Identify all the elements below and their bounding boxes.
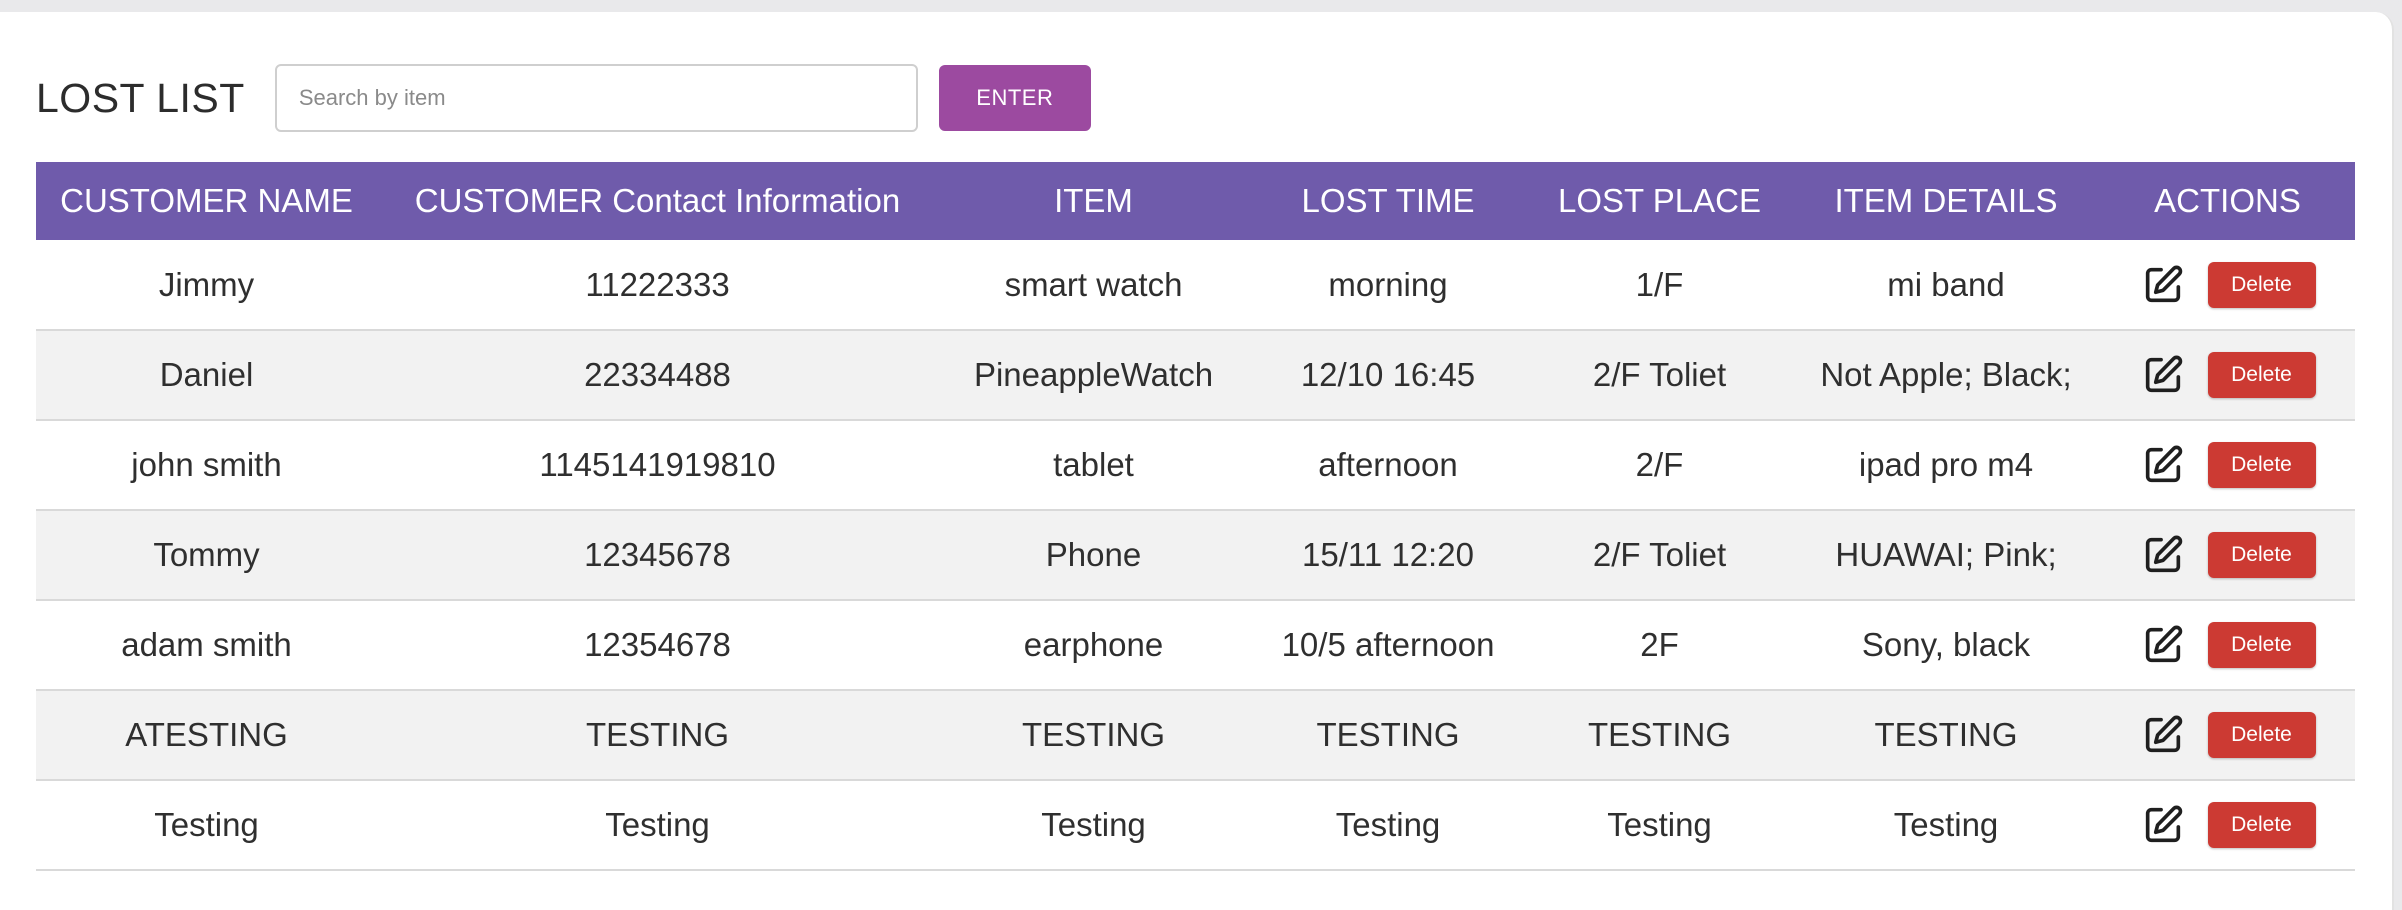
column-header-lost-time: LOST TIME [1301, 182, 1475, 219]
delete-button[interactable]: Delete [2207, 532, 2316, 578]
table-row: Jimmy 11222333 smart watch morning 1/F mi ban… [36, 240, 2355, 330]
table-header-row: CUSTOMER NAME CUSTOMER Contact Informati… [36, 162, 2355, 240]
table-row: Tommy 12345678 Phone 15/11 12:20 2/F Toliet H… [36, 510, 2355, 600]
actions-cell: Delete [2100, 420, 2355, 510]
contact-cell: 22334488 [584, 356, 731, 393]
item-details-cell: HUAWAI; Pink; [1835, 536, 2057, 573]
contact-cell: 12354678 [584, 626, 731, 663]
edit-icon[interactable] [2140, 802, 2186, 848]
contact-cell: Testing [605, 806, 710, 843]
item-details-cell: Sony, black [1861, 626, 2031, 663]
search-input[interactable] [274, 64, 918, 132]
item-details-cell: TESTING [1874, 716, 2018, 753]
row-actions: Delete [2100, 352, 2355, 398]
table-row: ATESTING TESTING TESTING TESTING TESTING TEST… [36, 690, 2355, 780]
delete-button[interactable]: Delete [2207, 802, 2316, 848]
actions-cell: Delete [2100, 780, 2355, 870]
item-details-cell: Testing [1893, 806, 1999, 843]
delete-button[interactable]: Delete [2207, 442, 2316, 488]
customer-name-cell: john smith [131, 446, 282, 483]
lost-place-cell: 2/F Toliet [1592, 356, 1727, 393]
item-cell: PineappleWatch [973, 356, 1214, 393]
lost-place-cell: 2/F [1635, 446, 1684, 483]
column-header-customer-name: CUSTOMER NAME [60, 182, 353, 219]
item-details-cell: ipad pro m4 [1858, 446, 2034, 483]
column-header-actions: ACTIONS [2154, 182, 2301, 219]
column-header-lost-place: LOST PLACE [1558, 182, 1761, 219]
delete-button[interactable]: Delete [2207, 712, 2316, 758]
item-cell: earphone [1023, 626, 1164, 663]
actions-cell: Delete [2100, 330, 2355, 420]
actions-cell: Delete [2100, 240, 2355, 330]
page-title: LOST LIST [36, 74, 245, 121]
delete-button[interactable]: Delete [2207, 352, 2316, 398]
table-row: Testing Testing Testing Testing Testing Testi… [36, 780, 2355, 870]
item-cell: tablet [1053, 446, 1134, 483]
lost-place-cell: 1/F [1635, 265, 1684, 303]
row-actions: Delete [2100, 622, 2355, 668]
lost-place-cell: 2F [1640, 626, 1679, 663]
lost-time-cell: Testing [1335, 806, 1441, 843]
customer-name-cell: Daniel [159, 356, 254, 393]
row-actions: Delete [2100, 261, 2355, 308]
customer-name-cell: ATESTING [125, 716, 288, 753]
toolbar: LOST LIST ENTER [36, 64, 1091, 132]
customer-name-cell: adam smith [121, 626, 292, 663]
lost-time-cell: 15/11 12:20 [1302, 536, 1474, 573]
actions-cell: Delete [2100, 510, 2355, 600]
actions-cell: Delete [2100, 600, 2355, 690]
item-cell: Testing [1041, 806, 1146, 843]
contact-cell: TESTING [585, 716, 729, 753]
lost-place-cell: 2/F Toliet [1592, 536, 1727, 573]
delete-button[interactable]: Delete [2207, 261, 2316, 308]
item-details-cell: mi band [1887, 265, 2005, 303]
row-actions: Delete [2100, 712, 2355, 758]
row-actions: Delete [2100, 802, 2355, 848]
customer-name-cell: Tommy [153, 536, 260, 573]
column-header-item-details: ITEM DETAILS [1834, 182, 2058, 219]
column-header-item: ITEM [1054, 182, 1133, 219]
item-cell: smart watch [1004, 265, 1183, 303]
lost-place-cell: TESTING [1587, 716, 1731, 753]
contact-cell: 1145141919810 [539, 446, 776, 483]
lost-time-cell: afternoon [1318, 446, 1458, 483]
edit-icon[interactable] [2140, 352, 2186, 398]
lost-time-cell: TESTING [1316, 716, 1460, 753]
edit-icon[interactable] [2140, 442, 2186, 488]
contact-cell: 11222333 [585, 265, 730, 303]
item-cell: TESTING [1021, 716, 1165, 753]
delete-button[interactable]: Delete [2207, 622, 2316, 668]
table-row: john smith 1145141919810 tablet afternoon 2/… [36, 420, 2355, 510]
item-cell: Phone [1045, 536, 1142, 573]
lost-time-cell: morning [1328, 265, 1448, 303]
contact-cell: 12345678 [584, 536, 731, 573]
edit-icon[interactable] [2140, 712, 2186, 758]
table-row: Daniel 22334488 PineappleWatch 12/10 16:45 2… [36, 330, 2355, 420]
actions-cell: Delete [2100, 690, 2355, 780]
lost-time-cell: 12/10 16:45 [1300, 356, 1476, 393]
lost-time-cell: 10/5 afternoon [1281, 626, 1495, 663]
edit-icon[interactable] [2140, 622, 2186, 668]
item-details-cell: Not Apple; Black; [1820, 356, 2072, 393]
enter-button[interactable]: ENTER [938, 65, 1091, 131]
row-actions: Delete [2100, 532, 2355, 578]
row-actions: Delete [2100, 442, 2355, 488]
customer-name-cell: Jimmy [158, 265, 255, 303]
edit-icon[interactable] [2140, 262, 2186, 308]
customer-name-cell: Testing [154, 806, 259, 843]
table-body: Jimmy 11222333 smart watch morning 1/F mi ban… [36, 240, 2355, 870]
edit-icon[interactable] [2140, 532, 2186, 578]
table-row: adam smith 12354678 earphone 10/5 afternoon… [36, 600, 2355, 690]
lost-items-table: CUSTOMER NAME CUSTOMER Contact Informati… [36, 162, 2355, 871]
lost-place-cell: Testing [1607, 806, 1712, 843]
column-header-contact: CUSTOMER Contact Information [414, 182, 901, 219]
